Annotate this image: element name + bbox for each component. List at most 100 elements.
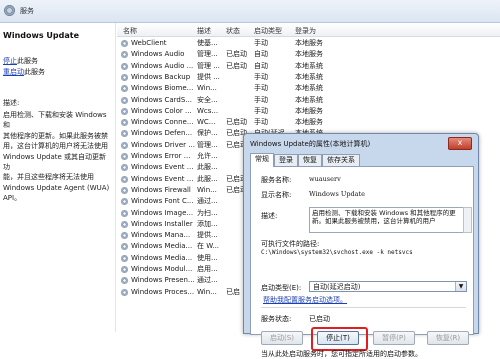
path-label: 可执行文件的路径: [261, 240, 320, 248]
cell-logon-as: 本地服务 [295, 50, 323, 59]
divider [261, 307, 466, 308]
cell-status: 已启动 [226, 61, 247, 70]
cell-description: Win... [197, 287, 217, 296]
cell-name: Windows Defen... [131, 129, 193, 138]
executable-path: C:\Windows\system32\svchost.exe -k netsv… [261, 249, 413, 256]
cell-name: Windows Media... [131, 242, 193, 251]
cell-name: Windows Modul... [131, 265, 193, 273]
table-row[interactable]: Windows Backup 提供 ... 手动 本地系统 [117, 72, 500, 83]
cell-name: Windows Mana... [131, 231, 191, 240]
cell-description: 管理... [197, 140, 218, 149]
table-row[interactable]: WebClient 使基... 手动 本地服务 [117, 38, 500, 49]
description-scrollbar[interactable] [463, 207, 472, 233]
startup-type-label: 启动类型(E): [261, 284, 302, 292]
list-header: 名称 描述 状态 启动类型 登录为 [117, 23, 500, 37]
cell-name: Windows Biome... [131, 84, 194, 93]
restart-service-link[interactable]: 重启动 [3, 68, 24, 76]
cell-name: Windows Error ... [131, 152, 191, 160]
service-gear-icon [121, 198, 128, 206]
cell-name: Windows CardS... [131, 95, 192, 104]
start-button[interactable]: 启动(S) [261, 331, 303, 345]
service-gear-icon [121, 119, 128, 127]
selected-service-title: Windows Update [3, 31, 80, 40]
cell-name: Windows Presen... [131, 276, 195, 285]
resume-button[interactable]: 恢复(R) [427, 331, 469, 345]
stop-service-link[interactable]: 停止 [3, 57, 17, 65]
column-header-name[interactable]: 名称 [123, 26, 137, 36]
service-detail-pane: Windows Update 停止此服务 重启动此服务 描述: 启用检测、下载和… [0, 23, 116, 332]
service-gear-icon [121, 164, 128, 172]
cell-logon-as: 本地服务 [295, 106, 323, 115]
table-row[interactable]: Windows Color ... Wcs... 手动 本地服务 [117, 106, 500, 117]
properties-dialog: Windows Update的属性(本地计算机) x 常规 登录 恢复 依存关系… [243, 133, 479, 358]
table-row[interactable]: Windows Audio ... 管理 ... 已启动 自动 本地系统 [117, 61, 500, 72]
service-gear-icon [121, 73, 128, 81]
cell-name: Windows Audio ... [131, 61, 194, 70]
cell-description: 此服... [197, 163, 218, 172]
tab-recovery[interactable]: 恢复 [298, 154, 322, 166]
display-name-value: Windows Update [309, 190, 366, 198]
cell-description: Wcs... [197, 106, 219, 115]
tab-general[interactable]: 常规 [250, 153, 274, 167]
startup-help-link[interactable]: 帮助我配置服务启动选项。 [263, 295, 347, 305]
cell-description: 管理 ... [197, 61, 220, 70]
dialog-title: Windows Update的属性(本地计算机) [250, 140, 371, 148]
window-title: 服务 [20, 7, 34, 15]
close-icon: x [457, 138, 463, 147]
cell-description: 提供... [197, 231, 218, 240]
dialog-description-label: 描述: [261, 212, 278, 220]
general-tab-panel: 服务名称: wuauserv 显示名称: Windows Update 描述: … [250, 166, 474, 358]
cell-name: Windows Installer [131, 219, 193, 228]
cell-description: 启用... [197, 265, 218, 273]
column-header-startup-type[interactable]: 启动类型 [254, 26, 282, 36]
close-button[interactable]: x [448, 137, 472, 150]
cell-description: Win... [197, 185, 217, 194]
service-gear-icon [121, 232, 128, 240]
cell-name: Windows Font C... [131, 197, 194, 206]
startup-type-select[interactable]: 自动(延迟启动) ▼ [309, 281, 467, 292]
service-status-value: 已启动 [309, 315, 330, 323]
table-row[interactable]: Windows CardS... 安全... 手动 本地系统 [117, 95, 500, 106]
column-header-description[interactable]: 描述 [197, 26, 211, 36]
cell-description: 此服... [197, 174, 218, 183]
start-parameters-hint: 当从此处启动服务时，您可指定所适用的启动参数。 [261, 350, 422, 358]
service-gear-icon [121, 243, 128, 251]
window-title-bar: 服务 [0, 0, 500, 23]
stop-service-suffix: 此服务 [17, 57, 38, 65]
chevron-down-icon: ▼ [455, 282, 466, 291]
service-gear-icon [121, 186, 128, 194]
pause-button[interactable]: 暂停(P) [373, 331, 415, 345]
cell-description: 使用... [197, 253, 218, 262]
column-header-status[interactable]: 状态 [226, 26, 240, 36]
table-row[interactable]: Windows Audio 管理... 已启动 自动 本地服务 [117, 49, 500, 60]
table-row[interactable]: Windows Conne... WC... 已启动 手动 本地服务 [117, 117, 500, 128]
description-label: 描述: [3, 99, 20, 107]
cell-startup-type: 手动 [254, 72, 268, 81]
table-row[interactable]: Windows Biome... Win... 手动 本地系统 [117, 83, 500, 94]
description-box: 启用检测、下载和安装 Windows 和其他程序的更新。如果此服务被禁用，这台计… [309, 207, 465, 233]
cell-name: Windows Proces... [131, 287, 195, 296]
startup-type-value: 自动(延迟启动) [313, 283, 361, 291]
service-gear-icon [121, 141, 128, 149]
display-name-label: 显示名称: [261, 191, 292, 199]
services-gear-icon [4, 5, 15, 16]
cell-description: 为扫... [197, 208, 218, 217]
cell-logon-as: 本地服务 [295, 118, 323, 127]
restart-service-suffix: 此服务 [24, 68, 45, 76]
service-description: 启用检测、下载和安装 Windows 和 其他程序的更新。如果此服务被禁 用，这… [3, 111, 110, 203]
cell-logon-as: 本地服务 [295, 39, 323, 47]
tab-logon[interactable]: 登录 [274, 154, 298, 166]
tab-dependencies[interactable]: 依存关系 [322, 154, 360, 166]
column-header-logon-as[interactable]: 登录为 [295, 26, 316, 36]
service-gear-icon [121, 209, 128, 217]
service-name-label: 服务名称: [261, 176, 292, 184]
cell-description: 保护... [197, 129, 218, 138]
cell-name: Windows Backup [131, 72, 191, 81]
cell-description: 提供 ... [197, 72, 220, 81]
service-gear-icon [121, 107, 128, 115]
cell-logon-as: 本地系统 [295, 84, 323, 93]
cell-startup-type: 手动 [254, 95, 268, 104]
service-name-value: wuauserv [309, 175, 341, 183]
service-status-label: 服务状态: [261, 315, 292, 323]
service-gear-icon [121, 62, 128, 70]
